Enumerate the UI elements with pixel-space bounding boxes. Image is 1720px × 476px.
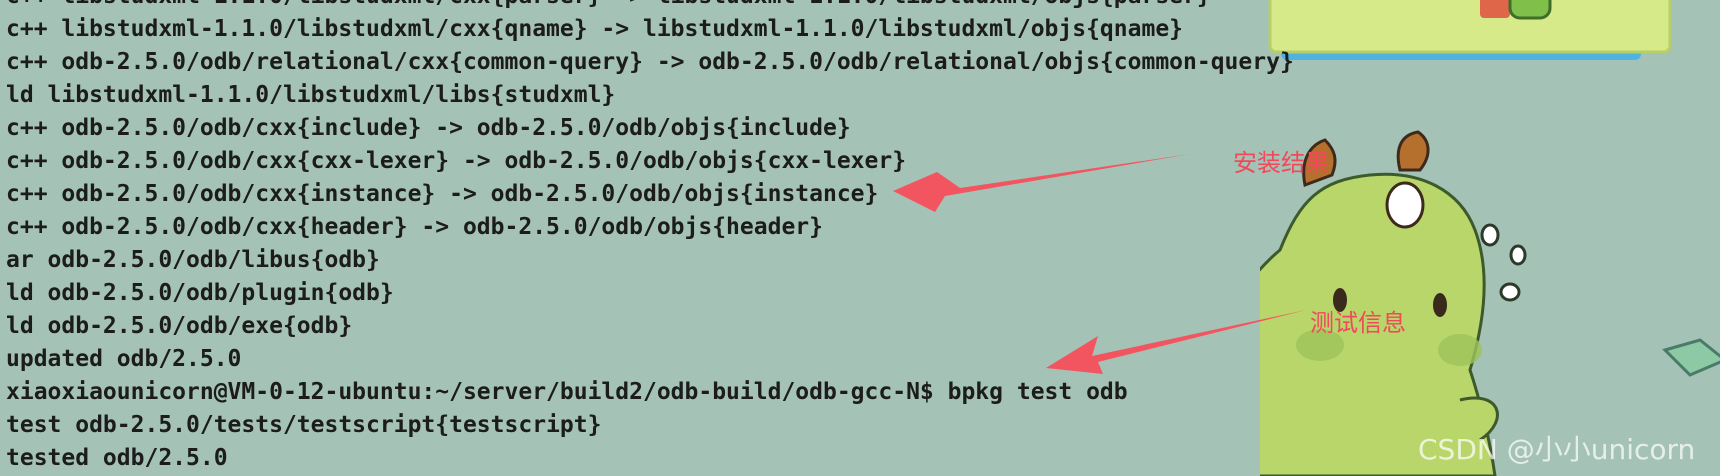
annotation-install-result: 安装结果 <box>1233 149 1329 177</box>
annotation-test-info: 测试信息 <box>1310 309 1406 337</box>
csdn-watermark: CSDN @小小unicorn <box>1418 433 1696 466</box>
arrow-to-test-info <box>1046 310 1306 374</box>
terminal-window: c++ libstudxml-1.1.0/libstudxml/cxx{pars… <box>0 0 1720 476</box>
